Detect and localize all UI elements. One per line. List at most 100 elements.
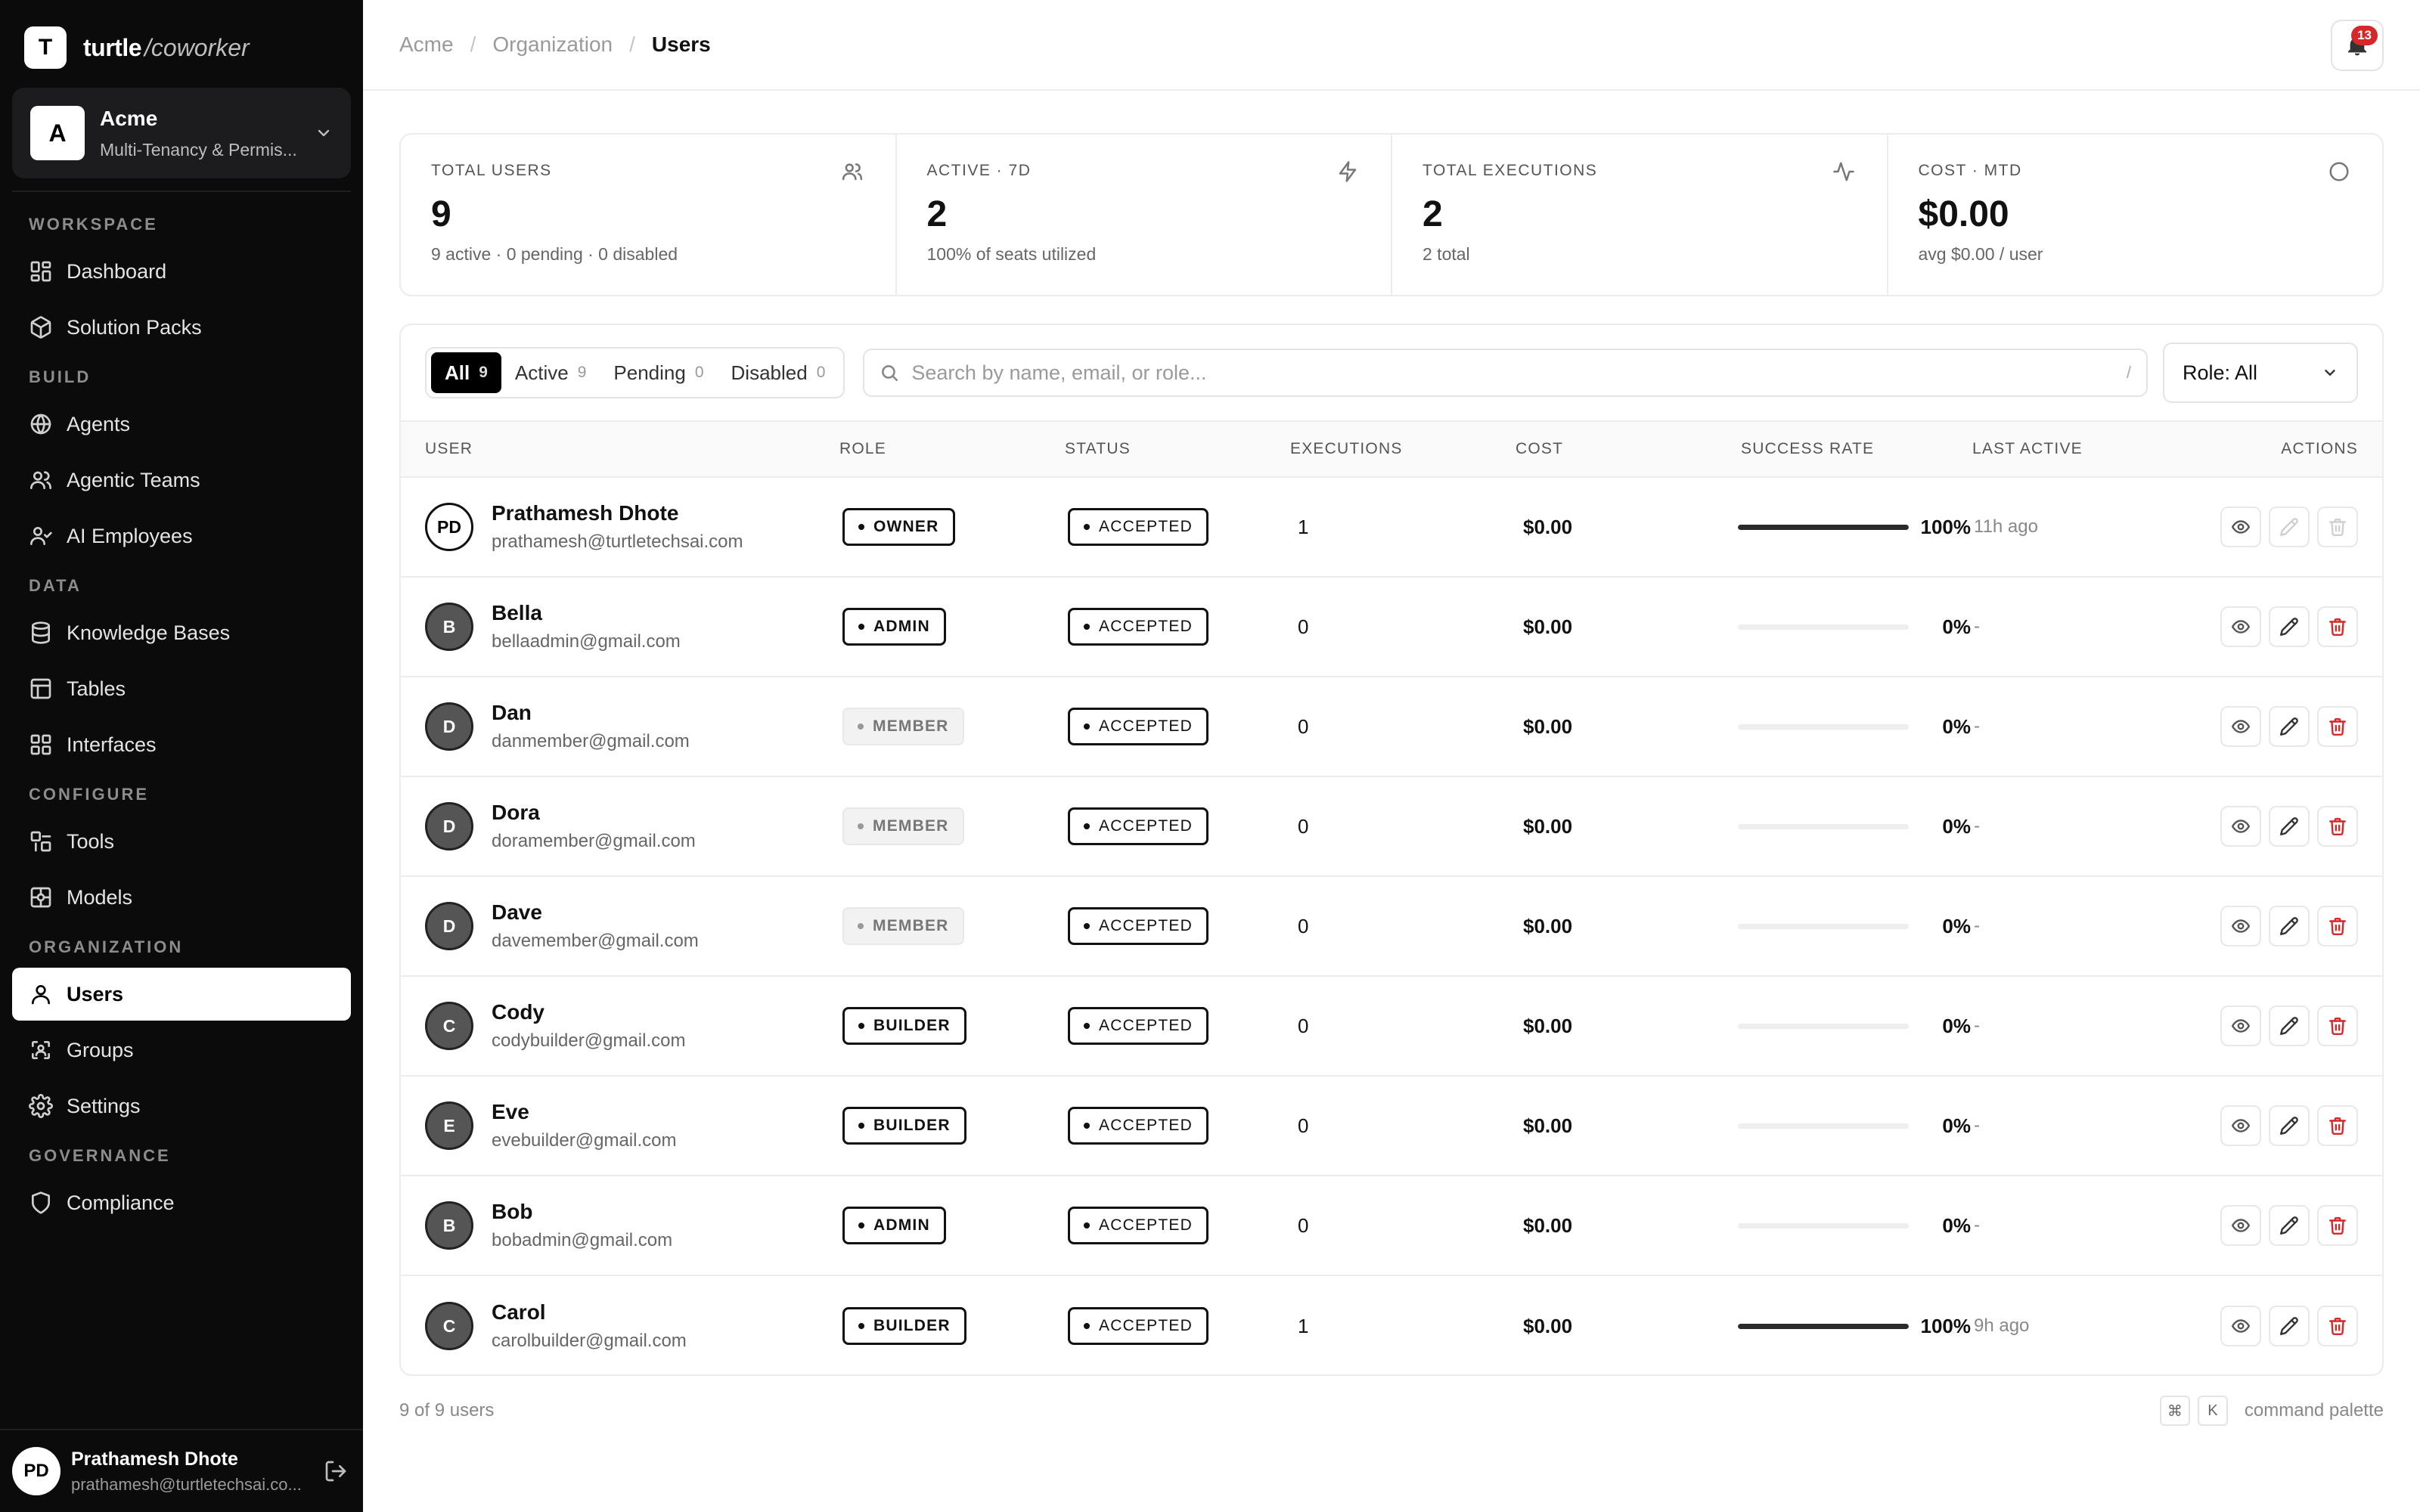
- column-status[interactable]: STATUS: [1065, 440, 1290, 458]
- edit-user-button[interactable]: [2269, 1105, 2310, 1146]
- status-label: ACCEPTED: [1099, 917, 1193, 934]
- user-name[interactable]: Bob: [492, 1200, 672, 1224]
- delete-user-button[interactable]: [2317, 906, 2358, 947]
- delete-user-button[interactable]: [2317, 1005, 2358, 1046]
- search-input[interactable]: [911, 361, 2127, 385]
- status-dot: [1084, 923, 1090, 929]
- stat-total-users: TOTAL USERS 9 9 active · 0 pending · 0 d…: [401, 135, 897, 295]
- view-user-button[interactable]: [2220, 806, 2261, 847]
- tab-pending[interactable]: Pending 0: [600, 352, 717, 393]
- notifications-button[interactable]: 13: [2331, 20, 2384, 71]
- column-executions[interactable]: EXECUTIONS: [1290, 440, 1516, 458]
- eye-icon: [2231, 1019, 2251, 1033]
- view-user-button[interactable]: [2220, 1306, 2261, 1346]
- sidebar-item-users[interactable]: Users: [12, 968, 351, 1021]
- last-active-cell: -: [1972, 1215, 2192, 1236]
- user-icon: [27, 981, 54, 1008]
- sidebar-item-models[interactable]: Models: [12, 871, 351, 924]
- status-badge: ACCEPTED: [1068, 807, 1208, 845]
- circle-icon: [2328, 160, 2352, 184]
- status-filter-tabs: All 9 Active 9 Pending 0 Disabled 0: [425, 347, 845, 398]
- edit-user-button[interactable]: [2269, 606, 2310, 647]
- table-row[interactable]: B Bob bobadmin@gmail.com ADMIN ACCEPTED 0 $0.0…: [401, 1176, 2382, 1276]
- tab-all[interactable]: All 9: [431, 352, 501, 393]
- sidebar-item-ai-employees[interactable]: AI Employees: [12, 510, 351, 562]
- user-cell: E Eve evebuilder@gmail.com: [401, 1100, 839, 1151]
- edit-user-button[interactable]: [2269, 1205, 2310, 1246]
- breadcrumb-organization[interactable]: Organization: [492, 33, 613, 57]
- last-active-cell: -: [1972, 1015, 2192, 1036]
- current-user-panel[interactable]: PD Prathamesh Dhote prathamesh@turtletec…: [0, 1429, 363, 1512]
- sidebar-item-dashboard[interactable]: Dashboard: [12, 245, 351, 298]
- brand[interactable]: T turtle /coworker: [24, 26, 250, 69]
- stat-label: COST · MTD: [1918, 162, 2022, 179]
- sidebar-item-agents[interactable]: Agents: [12, 398, 351, 451]
- column-last-active[interactable]: LAST ACTIVE: [1972, 440, 2192, 458]
- sidebar-item-tools[interactable]: Tools: [12, 815, 351, 868]
- user-name[interactable]: Dan: [492, 701, 690, 725]
- view-user-button[interactable]: [2220, 1205, 2261, 1246]
- view-user-button[interactable]: [2220, 906, 2261, 947]
- view-user-button[interactable]: [2220, 507, 2261, 547]
- view-user-button[interactable]: [2220, 706, 2261, 747]
- user-cell: C Carol carolbuilder@gmail.com: [401, 1300, 839, 1352]
- sidebar-item-settings[interactable]: Settings: [12, 1080, 351, 1132]
- delete-user-button[interactable]: [2317, 1205, 2358, 1246]
- user-name[interactable]: Cody: [492, 1000, 685, 1024]
- sidebar-item-interfaces[interactable]: Interfaces: [12, 718, 351, 771]
- nav-section-governance: GOVERNANCE: [29, 1146, 171, 1165]
- column-success-rate[interactable]: SUCCESS RATE: [1741, 440, 1972, 458]
- breadcrumb-acme[interactable]: Acme: [399, 33, 454, 57]
- user-name[interactable]: Bella: [492, 601, 681, 625]
- table-row[interactable]: E Eve evebuilder@gmail.com BUILDER ACCEPTED 0…: [401, 1077, 2382, 1176]
- role-filter-select[interactable]: Role: All: [2163, 342, 2358, 403]
- column-user[interactable]: USER: [401, 440, 839, 458]
- edit-user-button[interactable]: [2269, 1306, 2310, 1346]
- edit-user-button[interactable]: [2269, 1005, 2310, 1046]
- logout-icon[interactable]: [321, 1459, 351, 1483]
- delete-user-button[interactable]: [2317, 606, 2358, 647]
- table-row[interactable]: D Dave davemember@gmail.com MEMBER ACCEPTED 0…: [401, 877, 2382, 977]
- view-user-button[interactable]: [2220, 1105, 2261, 1146]
- delete-user-button[interactable]: [2317, 1105, 2358, 1146]
- edit-user-button[interactable]: [2269, 906, 2310, 947]
- user-name[interactable]: Dave: [492, 900, 699, 925]
- column-cost[interactable]: COST: [1516, 440, 1741, 458]
- command-palette-hint[interactable]: ⌘ K command palette: [2159, 1396, 2384, 1426]
- sidebar-item-agentic-teams[interactable]: Agentic Teams: [12, 454, 351, 507]
- delete-user-button[interactable]: [2317, 806, 2358, 847]
- user-name[interactable]: Eve: [492, 1100, 676, 1124]
- table-row[interactable]: PD Prathamesh Dhote prathamesh@turtletechs…: [401, 478, 2382, 578]
- table-row[interactable]: C Carol carolbuilder@gmail.com BUILDER ACCEP…: [401, 1276, 2382, 1374]
- sidebar-item-knowledge-bases[interactable]: Knowledge Bases: [12, 606, 351, 659]
- sidebar-item-compliance[interactable]: Compliance: [12, 1176, 351, 1229]
- role-label: ADMIN: [873, 618, 930, 635]
- sidebar-item-tables[interactable]: Tables: [12, 662, 351, 715]
- sidebar-item-solution-packs[interactable]: Solution Packs: [12, 301, 351, 354]
- users-table-card: All 9 Active 9 Pending 0 Disabled 0 / Role: …: [399, 324, 2384, 1376]
- table-row[interactable]: B Bella bellaadmin@gmail.com ADMIN ACCEPTED 0…: [401, 578, 2382, 677]
- shield-icon: [27, 1189, 54, 1216]
- table-row[interactable]: D Dora doramember@gmail.com MEMBER ACCEPTED 0…: [401, 777, 2382, 877]
- tab-disabled[interactable]: Disabled 0: [718, 352, 839, 393]
- tab-active[interactable]: Active 9: [501, 352, 600, 393]
- delete-user-button[interactable]: [2317, 706, 2358, 747]
- sidebar-item-label: Models: [67, 885, 133, 909]
- trash-icon: [2329, 918, 2346, 936]
- sidebar-item-groups[interactable]: Groups: [12, 1024, 351, 1077]
- view-user-button[interactable]: [2220, 606, 2261, 647]
- user-name[interactable]: Carol: [492, 1300, 687, 1325]
- org-switcher[interactable]: A Acme Multi-Tenancy & Permis...: [12, 88, 351, 178]
- delete-user-button[interactable]: [2317, 1306, 2358, 1346]
- avatar: C: [425, 1002, 473, 1050]
- column-role[interactable]: ROLE: [839, 440, 1065, 458]
- table-row[interactable]: D Dan danmember@gmail.com MEMBER ACCEPTED 0 $0…: [401, 677, 2382, 777]
- edit-user-button[interactable]: [2269, 806, 2310, 847]
- edit-user-button[interactable]: [2269, 706, 2310, 747]
- user-name[interactable]: Dora: [492, 801, 696, 825]
- executions-cell: 1: [1290, 1315, 1516, 1338]
- view-user-button[interactable]: [2220, 1005, 2261, 1046]
- status-cell: ACCEPTED: [1065, 608, 1290, 646]
- user-name[interactable]: Prathamesh Dhote: [492, 501, 743, 525]
- table-row[interactable]: C Cody codybuilder@gmail.com BUILDER ACCEPTE…: [401, 977, 2382, 1077]
